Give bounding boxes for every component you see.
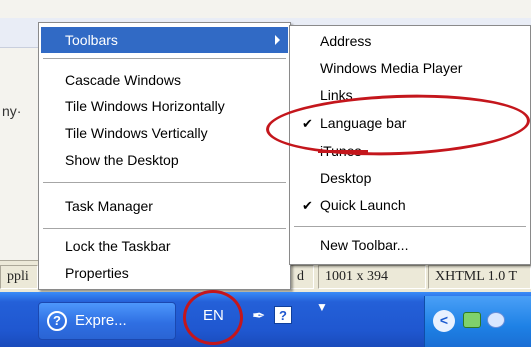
toolbars-submenu: Address Windows Media Player Links ✔ Lan…	[289, 25, 531, 265]
checkmark-icon: ✔	[302, 198, 313, 213]
menu-item-label: Toolbars	[65, 32, 118, 48]
submenu-item-label: Language bar	[320, 115, 407, 131]
submenu-item-label: Quick Launch	[320, 197, 406, 213]
language-bar-help-icon[interactable]: ?	[274, 306, 292, 324]
help-circle-icon: ?	[47, 311, 67, 331]
taskbar-button-label: Expre...	[75, 312, 127, 329]
menu-separator	[43, 58, 286, 59]
submenu-item-address[interactable]: Address	[292, 28, 528, 55]
checkmark-icon: ✔	[302, 116, 313, 131]
language-bar-options-icon[interactable]: ▼	[316, 300, 328, 314]
bluetooth-icon[interactable]	[487, 312, 505, 328]
menu-item-tile-vertically[interactable]: Tile Windows Vertically	[41, 120, 288, 146]
submenu-arrow-icon	[275, 35, 280, 45]
taskbar-button-expre[interactable]: ? Expre...	[38, 302, 176, 340]
menu-item-task-manager[interactable]: Task Manager	[41, 193, 288, 219]
menu-item-properties[interactable]: Properties	[41, 260, 288, 286]
submenu-item-new-toolbar[interactable]: New Toolbar...	[292, 232, 528, 259]
show-hidden-icons-button[interactable]: <	[433, 310, 455, 332]
strikethrough-annotation	[318, 150, 368, 153]
submenu-item-windows-media-player[interactable]: Windows Media Player	[292, 55, 528, 82]
status-cell-doctype: XHTML 1.0 T	[428, 265, 531, 289]
submenu-item-desktop[interactable]: Desktop	[292, 165, 528, 192]
menu-item-cascade-windows[interactable]: Cascade Windows	[41, 67, 288, 93]
menu-separator	[294, 226, 526, 227]
language-indicator[interactable]: EN	[203, 307, 224, 324]
submenu-item-links[interactable]: Links	[292, 82, 528, 109]
menu-item-show-desktop[interactable]: Show the Desktop	[41, 147, 288, 173]
menu-separator	[43, 228, 286, 229]
menu-item-tile-horizontally[interactable]: Tile Windows Horizontally	[41, 93, 288, 119]
submenu-item-quick-launch[interactable]: ✔ Quick Launch	[292, 192, 528, 219]
menu-separator	[43, 182, 286, 183]
status-cell-partial: d	[290, 265, 314, 289]
status-cell-dimensions: 1001 x 394	[318, 265, 426, 289]
system-tray: <	[424, 296, 531, 347]
taskbar-context-menu: Toolbars Cascade Windows Tile Windows Ho…	[38, 22, 291, 290]
submenu-item-language-bar[interactable]: ✔ Language bar	[292, 110, 528, 137]
menu-item-lock-taskbar[interactable]: Lock the Taskbar	[41, 233, 288, 259]
menu-item-toolbars[interactable]: Toolbars	[41, 27, 288, 53]
network-icon[interactable]	[463, 312, 481, 328]
status-cell-left: ppli	[0, 265, 38, 289]
background-text-fragment: ny·	[2, 103, 22, 119]
language-bar-pen-icon[interactable]: ✒	[252, 306, 265, 326]
